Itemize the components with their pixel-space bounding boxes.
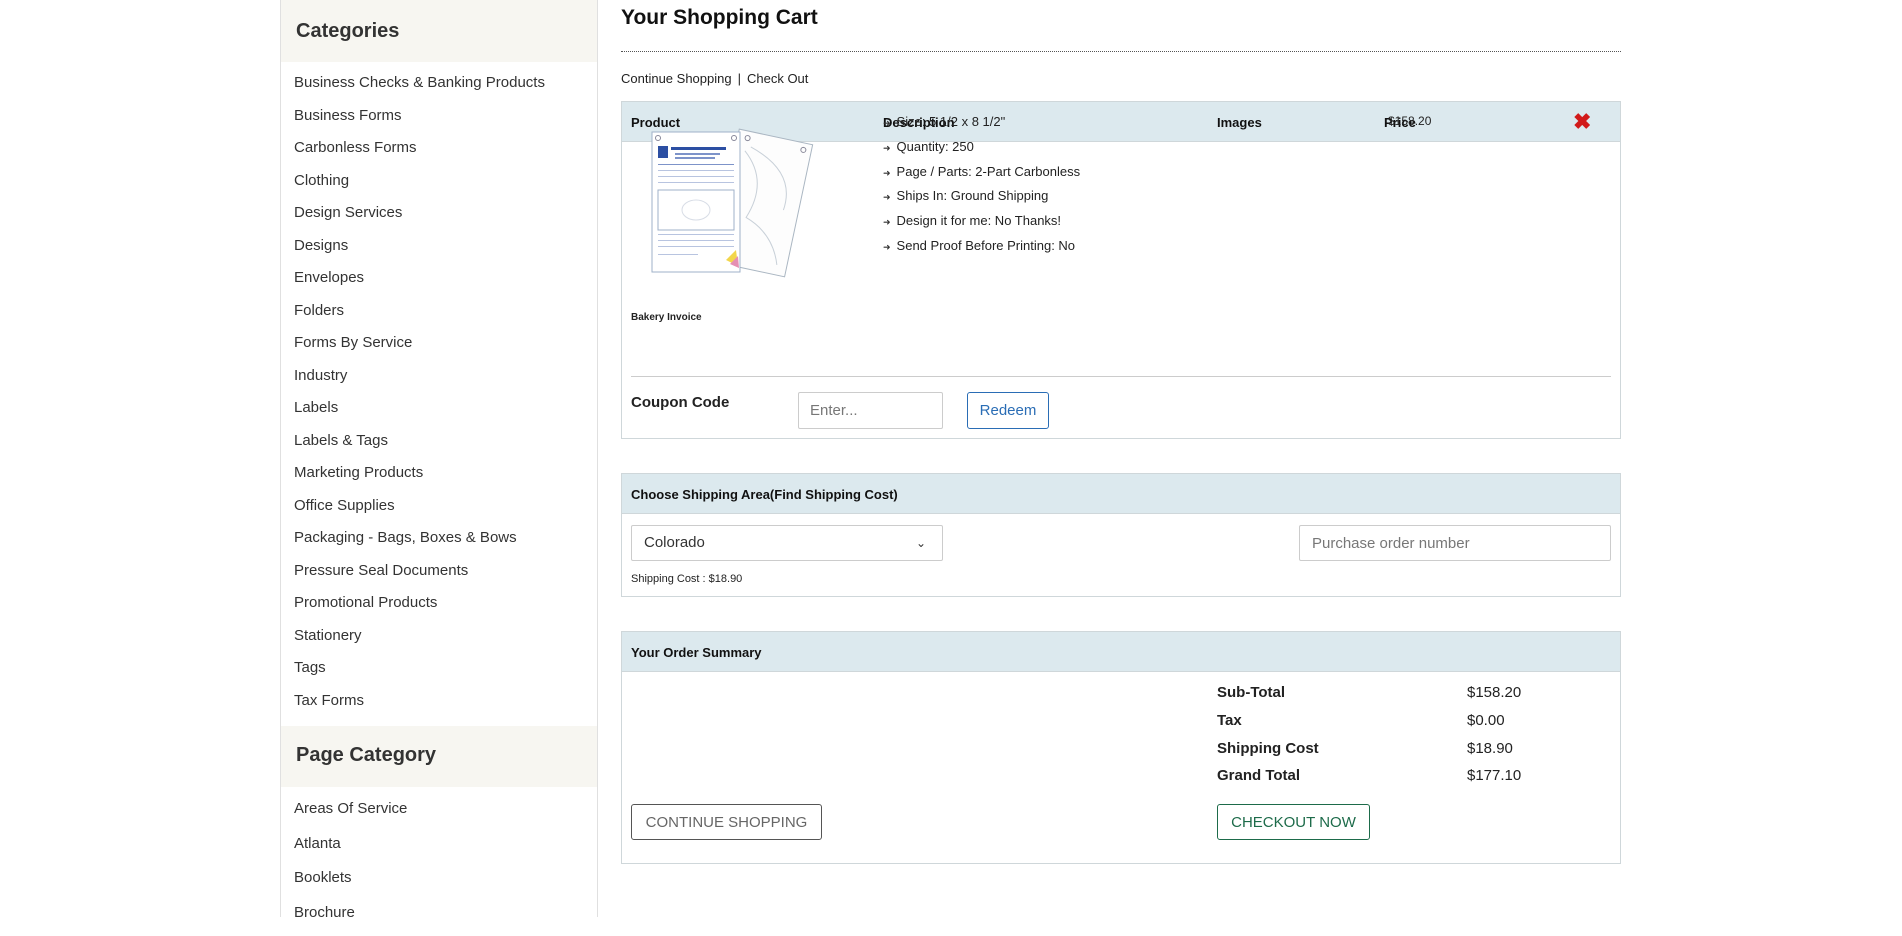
sidebar-item-labels-tags[interactable]: Labels & Tags <box>294 430 597 463</box>
cart-links: Continue Shopping | Check Out <box>621 71 1621 89</box>
sidebar-item-atlanta[interactable]: Atlanta <box>294 833 597 868</box>
checkout-now-button[interactable]: CHECKOUT NOW <box>1217 804 1370 840</box>
categories-list: Business Checks & Banking Products Busin… <box>281 62 597 722</box>
page-category-list: Areas Of Service Atlanta Booklets Brochu… <box>281 787 597 936</box>
subtotal-value: $158.20 <box>1467 684 1521 701</box>
sidebar-item-tags[interactable]: Tags <box>294 657 597 690</box>
product-name[interactable]: Bakery Invoice <box>631 312 702 323</box>
sidebar-item-stationery[interactable]: Stationery <box>294 625 597 658</box>
grand-total-label: Grand Total <box>1217 767 1300 784</box>
sidebar-item-forms-by-service[interactable]: Forms By Service <box>294 332 597 365</box>
cart-table: Product Description Images Price <box>621 101 1621 439</box>
shipping-header-text: Choose Shipping Area(Find Shipping Cost) <box>631 487 898 502</box>
arrow-right-icon: ➜ <box>883 242 891 252</box>
list-item: ➜Design it for me: No Thanks! <box>883 213 1080 238</box>
sidebar-item-labels[interactable]: Labels <box>294 397 597 430</box>
sidebar: Categories Business Checks & Banking Pro… <box>280 0 598 917</box>
sidebar-item-clothing[interactable]: Clothing <box>294 170 597 203</box>
continue-shopping-button[interactable]: CONTINUE SHOPPING <box>631 804 822 840</box>
shipping-header: Choose Shipping Area(Find Shipping Cost) <box>622 474 1620 514</box>
sidebar-item-office-supplies[interactable]: Office Supplies <box>294 495 597 528</box>
sidebar-item-folders[interactable]: Folders <box>294 300 597 333</box>
page-category-heading: Page Category <box>281 726 597 787</box>
sidebar-item-pressure-seal[interactable]: Pressure Seal Documents <box>294 560 597 593</box>
continue-shopping-link[interactable]: Continue Shopping <box>621 71 732 86</box>
sidebar-item-design-services[interactable]: Design Services <box>294 202 597 235</box>
check-out-link[interactable]: Check Out <box>747 71 808 86</box>
arrow-right-icon: ➜ <box>883 143 891 153</box>
sidebar-item-business-forms[interactable]: Business Forms <box>294 105 597 138</box>
purchase-order-input[interactable] <box>1299 525 1611 561</box>
coupon-code-input[interactable] <box>798 392 943 429</box>
list-item: ➜Send Proof Before Printing: No <box>883 238 1080 263</box>
arrow-right-icon: ➜ <box>883 192 891 202</box>
sidebar-item-envelopes[interactable]: Envelopes <box>294 267 597 300</box>
selected-state: Colorado <box>644 534 705 551</box>
item-price: $158.20 <box>1388 114 1431 128</box>
tax-label: Tax <box>1217 712 1242 729</box>
images-column-header: Images <box>1217 115 1262 130</box>
sidebar-item-marketing-products[interactable]: Marketing Products <box>294 462 597 495</box>
categories-heading: Categories <box>281 0 597 62</box>
arrow-right-icon: ➜ <box>883 118 891 128</box>
arrow-right-icon: ➜ <box>883 217 891 227</box>
shipping-cost-value: $18.90 <box>1467 740 1513 757</box>
shipping-cost-label: Shipping Cost <box>1217 740 1319 757</box>
sidebar-item-industry[interactable]: Industry <box>294 365 597 398</box>
main-content: Your Shopping Cart Continue Shopping | Che… <box>621 0 1621 864</box>
list-item: ➜Size: 5 1/2 x 8 1/2" <box>883 114 1080 139</box>
sidebar-item-brochure[interactable]: Brochure <box>294 902 597 936</box>
title-divider <box>621 51 1621 52</box>
sidebar-item-booklets[interactable]: Booklets <box>294 867 597 902</box>
close-x-icon[interactable]: ✖ <box>1573 111 1591 133</box>
list-item: ➜Page / Parts: 2-Part Carbonless <box>883 164 1080 189</box>
list-item: ➜Ships In: Ground Shipping <box>883 188 1080 213</box>
chevron-down-icon: ⌄ <box>916 526 926 560</box>
sidebar-item-packaging[interactable]: Packaging - Bags, Boxes & Bows <box>294 527 597 560</box>
product-image[interactable] <box>640 120 815 285</box>
sidebar-item-business-checks[interactable]: Business Checks & Banking Products <box>294 72 597 105</box>
cart-divider <box>631 376 1611 377</box>
list-item: ➜Quantity: 250 <box>883 139 1080 164</box>
order-summary-header-text: Your Order Summary <box>631 645 762 660</box>
shipping-state-select[interactable]: Colorado ⌄ <box>631 525 943 561</box>
order-summary-header: Your Order Summary <box>622 632 1620 672</box>
sidebar-item-carbonless-forms[interactable]: Carbonless Forms <box>294 137 597 170</box>
product-description-list: ➜Size: 5 1/2 x 8 1/2" ➜Quantity: 250 ➜Pa… <box>883 114 1080 263</box>
link-separator: | <box>738 71 741 86</box>
shipping-box: Choose Shipping Area(Find Shipping Cost)… <box>621 473 1621 597</box>
sidebar-item-designs[interactable]: Designs <box>294 235 597 268</box>
shipping-cost-text: Shipping Cost : $18.90 <box>631 573 742 585</box>
tax-value: $0.00 <box>1467 712 1505 729</box>
grand-total-value: $177.10 <box>1467 767 1521 784</box>
redeem-button[interactable]: Redeem <box>967 392 1049 429</box>
subtotal-label: Sub-Total <box>1217 684 1285 701</box>
coupon-code-label: Coupon Code <box>631 394 729 411</box>
arrow-right-icon: ➜ <box>883 168 891 178</box>
sidebar-item-promotional-products[interactable]: Promotional Products <box>294 592 597 625</box>
sidebar-item-tax-forms[interactable]: Tax Forms <box>294 690 597 723</box>
sidebar-item-areas-of-service[interactable]: Areas Of Service <box>294 798 597 833</box>
page-title: Your Shopping Cart <box>621 6 1621 51</box>
order-summary-box: Your Order Summary Sub-Total $158.20 Tax… <box>621 631 1621 864</box>
